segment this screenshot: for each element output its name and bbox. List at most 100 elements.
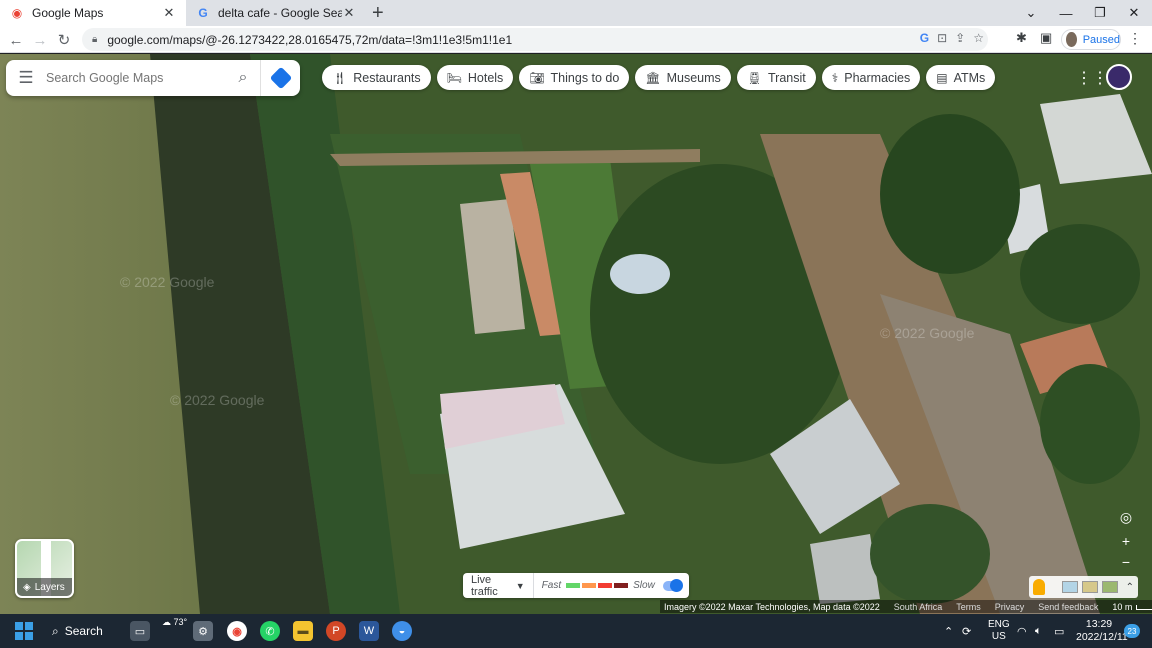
weather-widget[interactable]: ☁︎ 73° [162,617,187,628]
clock-date: 2022/12/11 [1076,631,1128,643]
scale-indicator[interactable]: 10 m [1112,602,1152,612]
windows-taskbar: ⌕ Search ▭ ☁︎ 73° ⚙ ◉ ✆ ▬ P W ◒ ⌃ ⟳ ENG … [0,614,1152,648]
app-icon[interactable]: ◒ [392,621,412,641]
task-view-icon[interactable]: ▭ [130,621,150,641]
train-icon: 🚆︎ [746,70,762,85]
map-watermark: © 2022 Google [170,392,265,408]
traffic-color-slow [598,583,613,588]
layers-label: Layers [34,581,65,593]
pegman-icon[interactable] [1033,579,1045,595]
tab-google-maps[interactable]: ◉ Google Maps ✕ [0,0,186,26]
show-hidden-icons[interactable]: ⌃ [944,614,953,648]
chip-restaurants[interactable]: 🍴︎ Restaurants [322,65,431,90]
install-icon[interactable]: ⊡ [937,31,947,45]
museum-icon: 🏛︎ [645,70,661,85]
windows-start-icon[interactable] [15,622,33,640]
system-clock[interactable]: 13:29 2022/12/11 [1076,618,1128,644]
minimize-button[interactable]: — [1049,0,1083,26]
browser-menu-icon[interactable]: ⋮ [1128,30,1142,47]
directions-button[interactable] [260,60,300,96]
profile-button[interactable]: Paused [1061,29,1121,50]
back-button[interactable]: ← [4,28,28,52]
share-icon[interactable]: ⇪ [955,31,965,45]
bookmark-star-icon[interactable]: ☆ [973,31,984,45]
chip-things-to-do[interactable]: 📷︎ Things to do [519,65,630,90]
whatsapp-icon[interactable]: ✆ [260,621,280,641]
region-link[interactable]: South Africa [894,602,943,612]
sync-icon[interactable]: ⟳ [962,614,971,648]
close-tab-icon[interactable]: ✕ [342,5,356,21]
language-indicator[interactable]: ENG US [988,614,1010,648]
traffic-color-fast [566,583,581,588]
layers-icon: ◈ [23,581,31,593]
word-icon[interactable]: W [359,621,379,641]
bed-icon: 🛏︎ [446,70,462,85]
address-bar[interactable]: 🔒︎ google.com/maps/@-26.1273422,28.01654… [82,28,988,51]
close-tab-icon[interactable]: ✕ [162,5,176,21]
powerpoint-icon[interactable]: P [326,621,346,641]
maximize-button[interactable]: ❐ [1083,0,1117,26]
layers-button[interactable]: ◈ Layers [15,539,74,598]
category-chips: 🍴︎ Restaurants 🛏︎ Hotels 📷︎ Things to do 🏛︎… [322,65,996,90]
chip-museums[interactable]: 🏛︎ Museums [635,65,731,90]
taskbar-search-label: Search [64,624,103,638]
lock-icon[interactable]: 🔒︎ [92,34,97,45]
traffic-toggle[interactable] [662,578,684,592]
file-explorer-icon[interactable]: ▬ [293,621,313,641]
map-watermark: © 2022 Google [880,325,975,341]
tab-title: delta cafe - Google Search [218,6,342,20]
tab-strip: ◉ Google Maps ✕ G delta cafe - Google Se… [0,0,1152,26]
imagery-thumbnail[interactable] [1061,581,1078,593]
traffic-color-slowest [614,583,629,588]
notification-badge[interactable]: 23 [1124,624,1140,638]
tab-search-chevron-icon[interactable]: ⌄ [1014,0,1048,26]
imagery-thumbnail[interactable] [1101,581,1118,593]
chrome-icon[interactable]: ◉ [227,621,247,641]
forward-button[interactable]: → [28,28,52,52]
chip-atms[interactable]: ▤ ATMs [926,65,996,90]
live-traffic-label: Live traffic [471,573,498,598]
close-window-button[interactable]: ✕ [1117,0,1151,26]
chip-pharmacies[interactable]: ⚕ Pharmacies [821,65,921,90]
caret-down-icon: ▼ [515,580,525,591]
wifi-icon[interactable]: ◠ [1017,614,1027,648]
region-code: US [991,631,1006,642]
chip-label: ATMs [953,70,986,85]
volume-icon[interactable]: 🔈︎ [1035,614,1042,648]
profile-status: Paused [1082,33,1120,46]
account-avatar[interactable] [1106,64,1132,90]
tab-google-search[interactable]: G delta cafe - Google Search ✕ [186,0,366,26]
extensions-icon[interactable]: ✱ [1016,30,1027,46]
reload-button[interactable]: ↻ [52,28,76,52]
search-icon[interactable]: ⌕ [226,60,260,96]
expand-icon[interactable]: ⌃ [1126,582,1134,593]
new-tab-button[interactable]: + [372,2,384,25]
chip-hotels[interactable]: 🛏︎ Hotels [436,65,514,90]
terms-link[interactable]: Terms [956,602,981,612]
chip-label: Museums [666,70,721,85]
fork-knife-icon: 🍴︎ [332,70,348,85]
live-traffic-dropdown[interactable]: Live traffic ▼ [463,573,534,598]
taskbar-search-button[interactable]: ⌕ Search [52,619,118,643]
search-icon: ⌕ [52,623,59,638]
my-location-icon[interactable]: ◎ [1115,506,1137,528]
hamburger-menu-icon[interactable]: ☰ [6,60,46,96]
chip-label: Hotels [467,70,504,85]
zoom-out-button[interactable]: − [1115,551,1137,573]
traffic-color-medium [582,583,597,588]
directions-icon [269,66,292,90]
google-g-icon: G [198,6,208,20]
imagery-thumbnail[interactable] [1081,581,1098,593]
side-panel-icon[interactable]: ▣ [1040,30,1052,46]
satellite-map[interactable] [0,54,1152,614]
settings-gear-icon[interactable]: ⚙ [193,621,213,641]
zoom-in-button[interactable]: + [1115,530,1137,552]
privacy-link[interactable]: Privacy [995,602,1025,612]
send-feedback-link[interactable]: Send feedback [1038,602,1098,612]
scale-bar [1136,604,1152,610]
search-input[interactable] [46,71,226,85]
toolbar: ← → ↻ 🔒︎ google.com/maps/@-26.1273422,28… [0,26,1152,53]
chip-transit[interactable]: 🚆︎ Transit [736,65,816,90]
google-lens-icon[interactable]: G [920,31,929,45]
battery-icon[interactable]: ▭ [1054,614,1064,648]
